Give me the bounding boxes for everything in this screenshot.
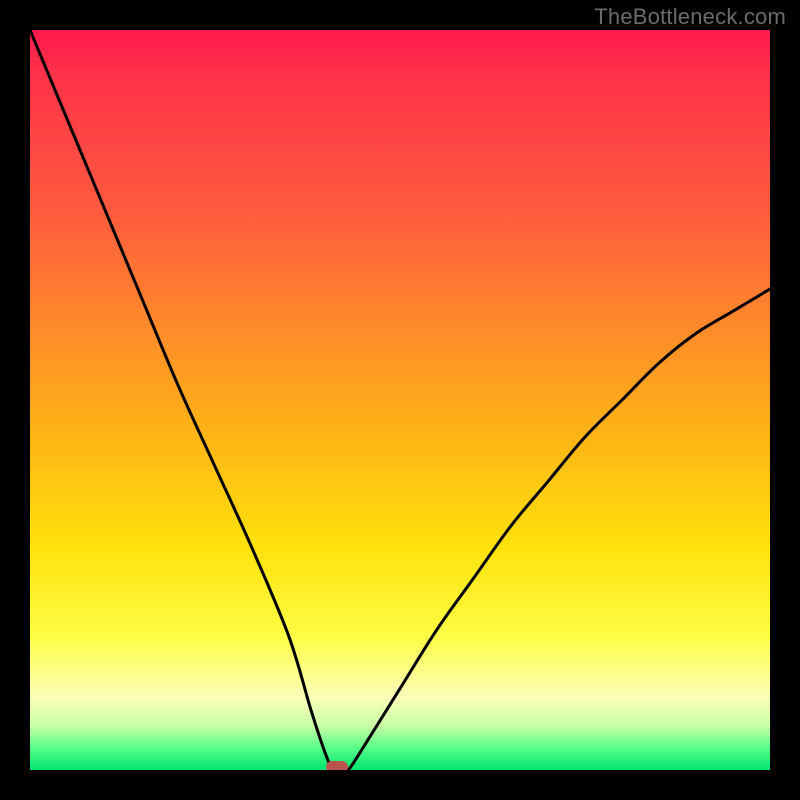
minimum-marker — [326, 761, 348, 770]
plot-area — [30, 30, 770, 770]
bottleneck-curve — [30, 30, 770, 770]
curve-path — [30, 30, 770, 770]
watermark-text: TheBottleneck.com — [594, 4, 786, 30]
chart-frame: TheBottleneck.com — [0, 0, 800, 800]
